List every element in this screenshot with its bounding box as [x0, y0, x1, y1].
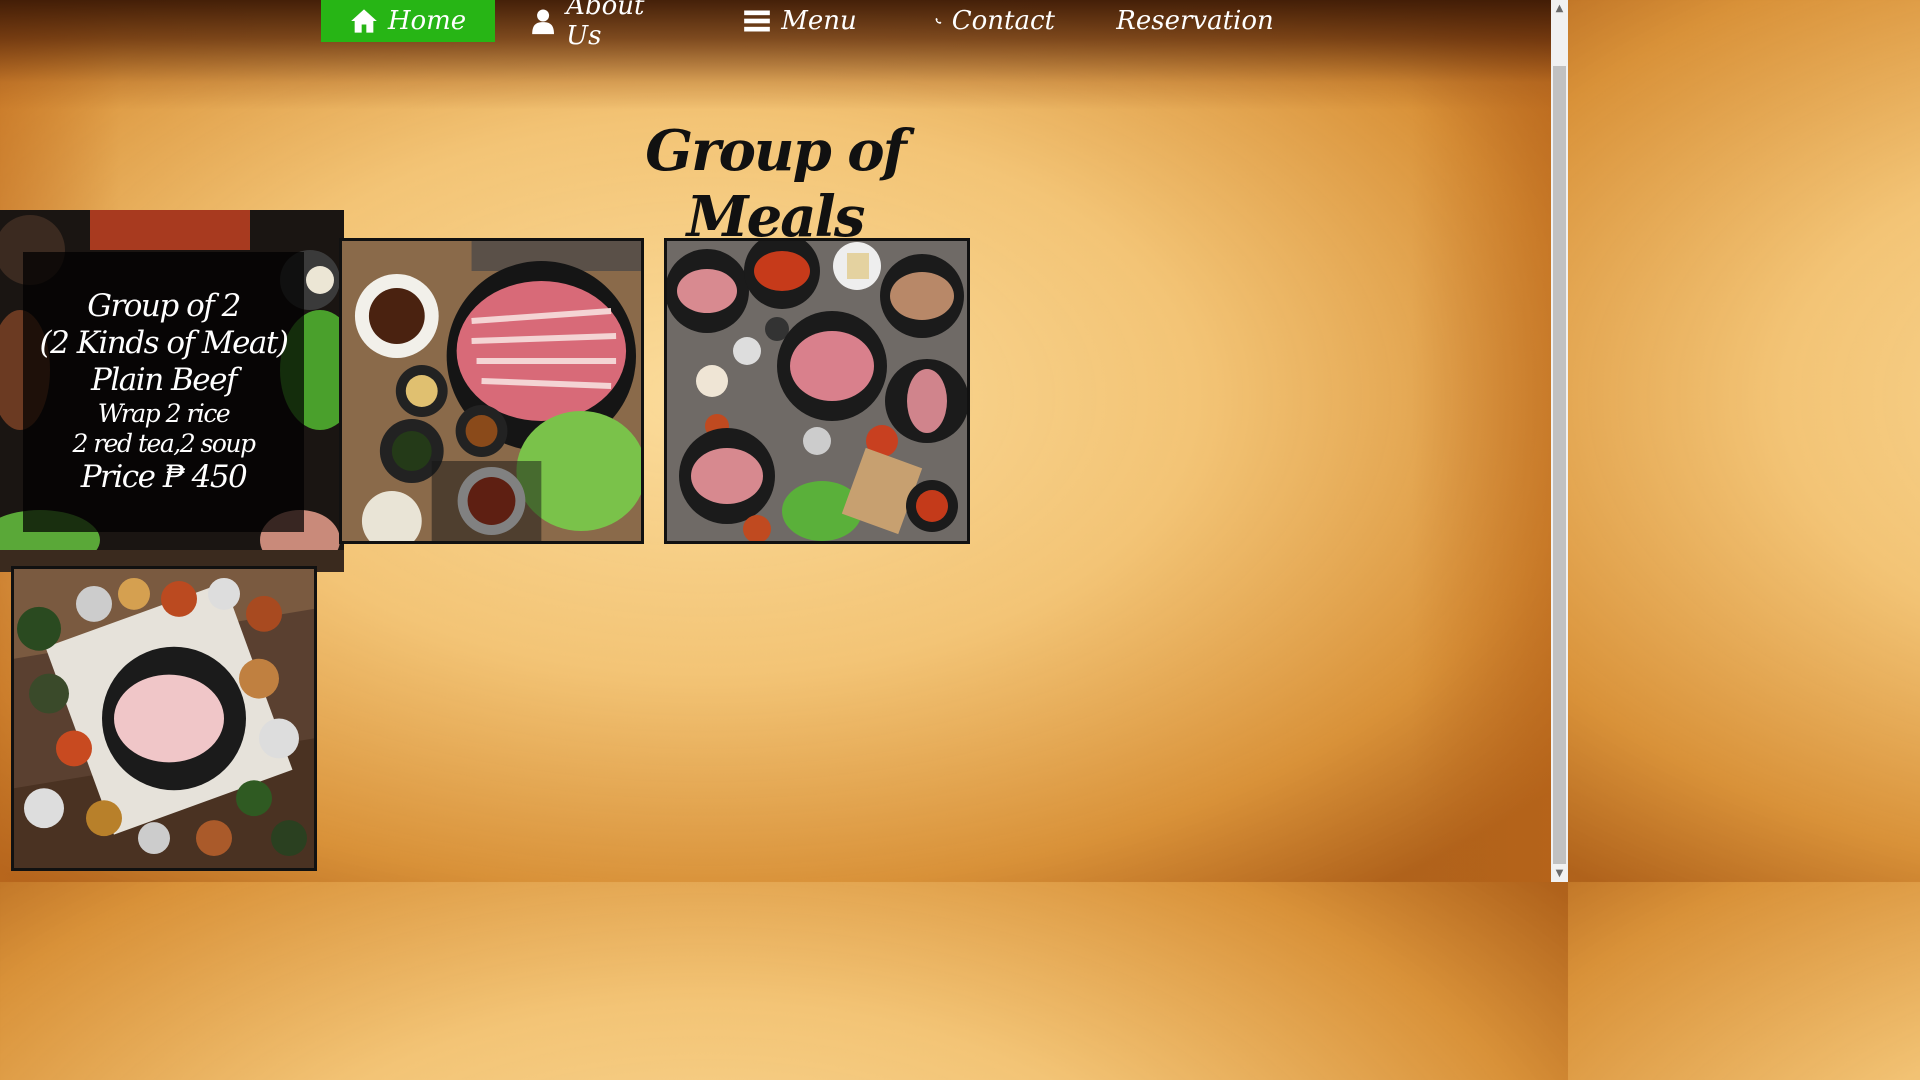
meal-info-overlay: Group of 2 (2 Kinds of Meat) Plain Beef …	[23, 252, 304, 532]
vertical-scrollbar[interactable]: ▲ ▼	[1551, 0, 1568, 882]
scroll-up-arrow-icon[interactable]: ▲	[1551, 0, 1568, 17]
scrollbar-thumb[interactable]	[1553, 66, 1566, 864]
nav-item-label: Home	[387, 6, 467, 36]
nav-item-label: Contact	[951, 6, 1055, 36]
user-icon	[532, 9, 554, 35]
nav-item-menu[interactable]: Menu	[740, 0, 860, 42]
meal-meat-type: Plain Beef	[91, 362, 237, 398]
meal-meat-kinds: (2 Kinds of Meat)	[39, 324, 289, 361]
nav-item-label: Reservation	[1116, 6, 1274, 36]
page-title: Group of Meals	[645, 118, 907, 250]
home-icon	[350, 9, 377, 33]
meal-drinks-soup: 2 red tea,2 soup	[72, 429, 256, 459]
meal-card[interactable]	[11, 566, 317, 871]
meal-card[interactable]	[664, 238, 970, 544]
meal-card[interactable]	[339, 238, 644, 544]
background-vignette-right	[1411, 0, 1551, 882]
nav-item-label: Menu	[781, 6, 857, 36]
nav-item-reservation[interactable]: Reservation	[1110, 0, 1274, 42]
nav-item-contact[interactable]: Contact	[935, 0, 1055, 42]
nav-item-label: About Us	[566, 0, 645, 51]
scroll-down-arrow-icon[interactable]: ▼	[1551, 865, 1568, 882]
nav-item-about-us[interactable]: About Us	[530, 0, 680, 51]
phone-icon	[935, 17, 942, 24]
meal-photo	[342, 241, 641, 541]
main-nav: Home About Us Menu Contact Reservation	[0, 0, 1551, 51]
nav-item-home[interactable]: Home	[321, 0, 495, 42]
meal-photo	[667, 241, 967, 541]
bars-icon	[744, 10, 771, 32]
meal-photo	[14, 569, 314, 868]
meal-price: Price ₱ 450	[80, 459, 248, 496]
meal-wrap-rice: Wrap 2 rice	[97, 399, 231, 429]
meal-group-label: Group of 2	[87, 287, 241, 324]
